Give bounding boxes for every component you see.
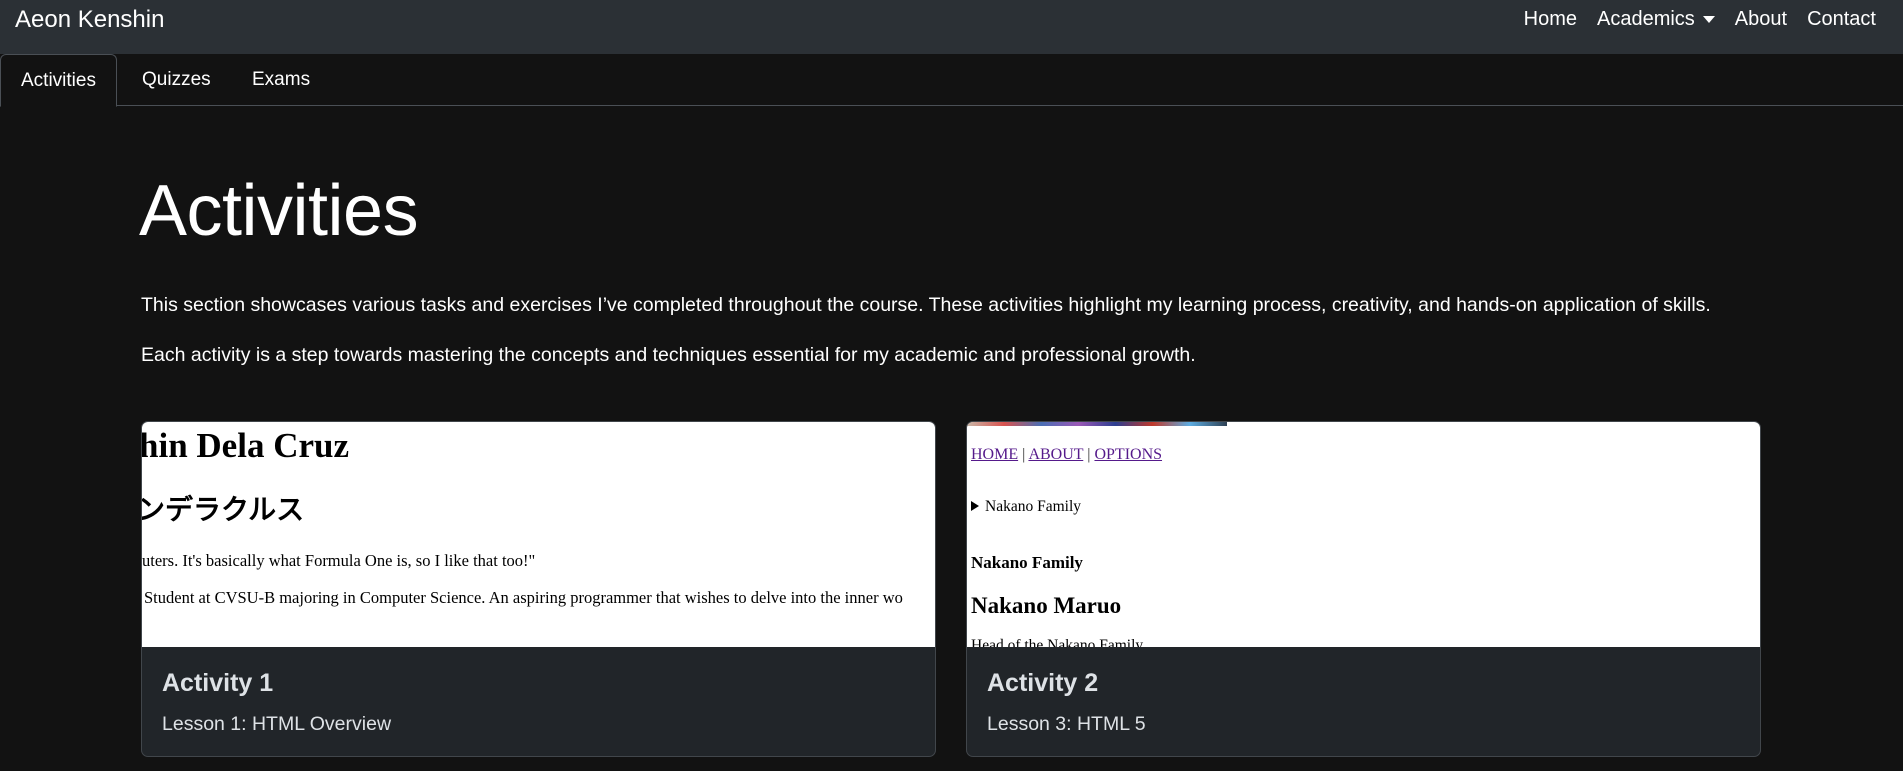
nav-link-home[interactable]: Home [1524, 8, 1577, 31]
nav-link-contact[interactable]: Contact [1807, 8, 1876, 31]
caret-down-icon [1702, 16, 1715, 23]
preview-details-label: Nakano Family [985, 498, 1081, 515]
nav-dropdown-academics[interactable]: Academics [1597, 8, 1715, 31]
preview-heading: hin Dela Cruz [142, 426, 349, 465]
preview-nav-home: HOME [971, 446, 1019, 463]
preview-nav-separator: | [1087, 446, 1091, 463]
card-body: Activity 2 Lesson 3: HTML 5 [967, 647, 1760, 756]
preview-nav-about: ABOUT [1028, 446, 1084, 463]
preview-text-line: Student at CVSU-B majoring in Computer S… [144, 588, 903, 607]
tab-activities[interactable]: Activities [0, 54, 117, 107]
navbar-brand[interactable]: Aeon Kenshin [15, 6, 164, 34]
preview-nav-separator: | [1022, 446, 1026, 463]
nav-links: Home Academics About Contact [1524, 8, 1876, 31]
card-body: Activity 1 Lesson 1: HTML Overview [142, 647, 935, 756]
tab-bar: Activities Quizzes Exams [0, 54, 1903, 107]
preview-subheading: ンデラクルス [142, 493, 305, 526]
activity-1-preview-image: hin Dela Cruz ンデラクルス uters. It's basical… [142, 422, 935, 647]
preview-cut-line: Head of the Nakano Family [971, 637, 1144, 647]
preview-text-line: uters. It's basically what Formula One i… [142, 551, 536, 570]
intro-paragraph: This section showcases various tasks and… [141, 294, 1711, 316]
tab-exams[interactable]: Exams [232, 54, 330, 106]
page-title: Activities [139, 171, 419, 251]
preview-details: Nakano Family [971, 498, 1081, 516]
intro-paragraph-2: Each activity is a step towards masterin… [141, 344, 1196, 366]
preview-heading-small: Nakano Family [971, 553, 1083, 572]
nav-link-academics-label: Academics [1596, 8, 1695, 30]
preview-nav: HOME | ABOUT | OPTIONS [971, 446, 1162, 464]
nav-link-about[interactable]: About [1735, 8, 1787, 31]
preview-banner-strip [967, 422, 1227, 426]
top-navbar: Aeon Kenshin Home Academics About Contac… [0, 0, 1903, 54]
card-title: Activity 1 [162, 669, 274, 697]
activity-card-2[interactable]: HOME | ABOUT | OPTIONS Nakano Family Nak… [966, 421, 1761, 757]
activity-card-1[interactable]: hin Dela Cruz ンデラクルス uters. It's basical… [141, 421, 936, 757]
preview-heading-large: Nakano Maruo [971, 593, 1122, 618]
triangle-right-icon [971, 501, 979, 511]
tab-quizzes[interactable]: Quizzes [122, 54, 231, 106]
card-text: Lesson 1: HTML Overview [162, 713, 392, 735]
preview-nav-options: OPTIONS [1094, 446, 1163, 463]
card-text: Lesson 3: HTML 5 [987, 713, 1146, 735]
activity-2-preview-image: HOME | ABOUT | OPTIONS Nakano Family Nak… [967, 422, 1760, 647]
card-title: Activity 2 [987, 669, 1099, 697]
